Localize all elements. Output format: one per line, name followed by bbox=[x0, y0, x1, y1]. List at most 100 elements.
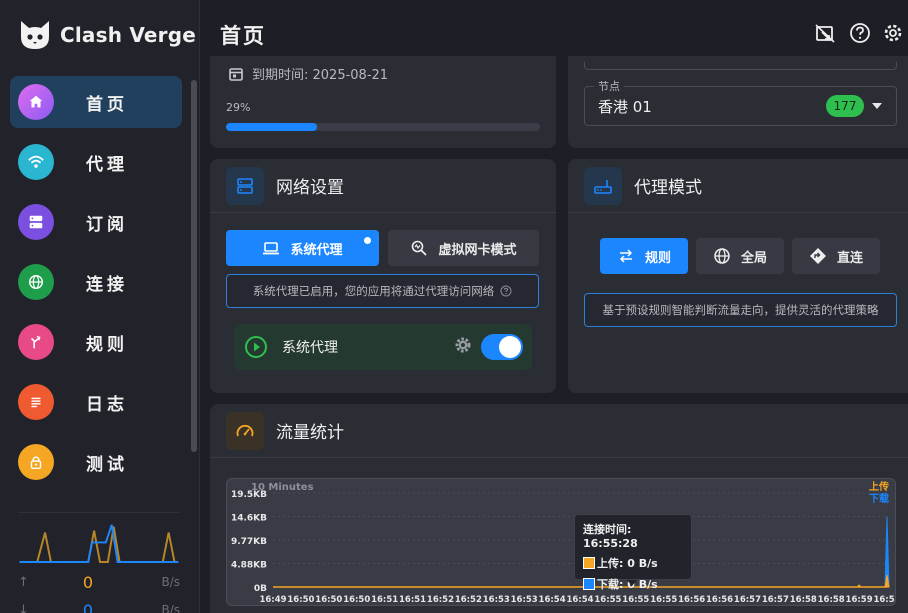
card-title: 流量统计 bbox=[276, 423, 344, 443]
dns-icon bbox=[226, 166, 264, 205]
download-swatch bbox=[583, 578, 595, 590]
legend-download: 下载 bbox=[869, 492, 889, 505]
sidebar-item-connections[interactable]: 连接 bbox=[10, 256, 182, 308]
gear-icon[interactable] bbox=[454, 336, 472, 354]
sidebar-scrollbar[interactable] bbox=[191, 80, 197, 452]
arrow-up-icon: ↑ bbox=[18, 574, 29, 590]
card-title: 网络设置 bbox=[276, 178, 344, 198]
x-tick-label: 16:56 bbox=[678, 595, 705, 605]
x-tick-label: 16:57 bbox=[762, 595, 789, 605]
play-circle-icon bbox=[245, 336, 267, 358]
x-tick-label: 16:53 bbox=[511, 595, 538, 605]
x-tick-label: 16:51 bbox=[371, 595, 398, 605]
search-network-icon bbox=[412, 240, 428, 256]
system-proxy-row: 系统代理 bbox=[234, 324, 532, 370]
proxy-mode-card: 代理模式 bbox=[568, 159, 908, 393]
x-tick-label: 16:50 bbox=[315, 595, 342, 605]
cat-logo-icon bbox=[21, 21, 49, 49]
sidebar-item-label: 连接 bbox=[86, 274, 128, 295]
x-tick-label: 16:58 bbox=[818, 595, 845, 605]
mode-direct-button[interactable]: 直连 bbox=[792, 238, 880, 274]
x-tick-label: 16:58 bbox=[790, 595, 817, 605]
tooltip-caret bbox=[627, 580, 637, 586]
system-proxy-row-label: 系统代理 bbox=[282, 340, 338, 356]
x-tick-label: 16:53 bbox=[483, 595, 510, 605]
x-tick-label: 16:57 bbox=[734, 595, 761, 605]
wifi-icon bbox=[18, 144, 54, 180]
sidebar-item-home[interactable]: 首页 bbox=[10, 76, 182, 128]
sidebar-item-rules[interactable]: 规则 bbox=[10, 316, 182, 368]
x-tick-label: 16:50 bbox=[287, 595, 314, 605]
system-proxy-button[interactable]: 系统代理 bbox=[226, 230, 379, 266]
tooltip-time: 连接时间: 16:55:28 bbox=[583, 523, 638, 550]
sidebar-item-label: 首页 bbox=[86, 94, 128, 115]
download-speed: 0 bbox=[82, 600, 94, 613]
y-tick-label: 14.6KB bbox=[231, 514, 267, 524]
usage-progress-bar bbox=[226, 123, 540, 131]
tooltip-upload-row: 上传: 0 B/s bbox=[583, 555, 683, 571]
usage-progress-fill bbox=[226, 123, 318, 131]
sidebar-item-logs[interactable]: 日志 bbox=[10, 376, 182, 428]
settings-gear-icon[interactable] bbox=[882, 22, 904, 44]
globe-icon bbox=[18, 264, 54, 300]
speedometer-icon bbox=[226, 411, 264, 450]
node-label: 节点 bbox=[594, 78, 624, 94]
card-header: 网络设置 bbox=[210, 159, 556, 213]
network-hint: 系统代理已启用，您的应用将通过代理访问网络 bbox=[226, 274, 539, 308]
mode-global-label: 全局 bbox=[740, 250, 767, 266]
x-tick-label: 16:55 bbox=[594, 595, 621, 605]
previous-field-edge bbox=[584, 62, 897, 70]
y-tick-label: 4.88KB bbox=[231, 561, 267, 571]
upload-unit: B/s bbox=[161, 575, 180, 589]
x-tick-label: 16:51 bbox=[399, 595, 426, 605]
proxy-mode-hint-text: 基于预设规则智能判断流量走向，提供灵活的代理策略 bbox=[602, 303, 879, 317]
lock-icon bbox=[18, 444, 54, 480]
mode-direct-label: 直连 bbox=[836, 250, 863, 266]
app-name: Clash Verge bbox=[60, 23, 197, 47]
help-icon[interactable] bbox=[849, 22, 871, 44]
tun-mode-button[interactable]: 虚拟网卡模式 bbox=[388, 230, 539, 266]
direction-icon bbox=[809, 248, 826, 264]
x-tick-label: 16:54 bbox=[566, 595, 593, 605]
y-tick-label: 0B bbox=[254, 584, 267, 594]
router-icon bbox=[584, 166, 622, 205]
card-title: 代理模式 bbox=[634, 178, 702, 198]
x-tick-label: 16:59 bbox=[873, 595, 896, 605]
x-tick-label: 16:54 bbox=[539, 595, 566, 605]
help-small-icon[interactable] bbox=[500, 285, 512, 297]
x-tick-label: 16:50 bbox=[343, 595, 370, 605]
mode-global-button[interactable]: 全局 bbox=[696, 238, 784, 274]
x-tick-label: 16:52 bbox=[427, 595, 454, 605]
y-tick-label: 9.77KB bbox=[231, 537, 267, 547]
system-proxy-button-label: 系统代理 bbox=[290, 242, 343, 258]
mini-traffic-graph bbox=[18, 512, 180, 564]
x-tick-label: 16:52 bbox=[455, 595, 482, 605]
upload-swatch bbox=[583, 557, 595, 569]
usage-percent: 29% bbox=[226, 101, 251, 114]
home-icon bbox=[18, 84, 54, 120]
calendar-icon bbox=[229, 67, 243, 81]
app-window: Clash Verge 首页 代理 订阅 连接 规则 日志 测试 ↑ 0 B/s… bbox=[0, 0, 908, 613]
x-tick-label: 16:49 bbox=[259, 595, 286, 605]
caret-down-icon[interactable] bbox=[872, 103, 882, 109]
sidebar-item-label: 日志 bbox=[86, 394, 128, 415]
upload-speed: 0 bbox=[82, 572, 94, 592]
arrow-down-icon: ↓ bbox=[18, 602, 29, 613]
redirect-icon[interactable] bbox=[814, 22, 836, 44]
globe-icon bbox=[714, 248, 730, 264]
mini-download-row: ↓ 0 B/s bbox=[18, 600, 180, 613]
mini-upload-row: ↑ 0 B/s bbox=[18, 572, 180, 592]
sidebar-item-subscriptions[interactable]: 订阅 bbox=[10, 196, 182, 248]
card-header: 流量统计 bbox=[210, 404, 908, 458]
sidebar-item-label: 代理 bbox=[86, 154, 128, 175]
swap-arrows-icon bbox=[619, 249, 633, 263]
system-proxy-toggle[interactable] bbox=[481, 334, 523, 360]
x-tick-label: 16:59 bbox=[846, 595, 873, 605]
sidebar-item-test[interactable]: 测试 bbox=[10, 436, 182, 488]
log-icon bbox=[18, 384, 54, 420]
proxy-mode-hint: 基于预设规则智能判断流量走向，提供灵活的代理策略 bbox=[584, 293, 897, 327]
mode-rule-button[interactable]: 规则 bbox=[600, 238, 688, 274]
sidebar-item-label: 订阅 bbox=[86, 214, 128, 235]
sidebar-item-proxy[interactable]: 代理 bbox=[10, 136, 182, 188]
brand: Clash Verge bbox=[18, 18, 196, 52]
